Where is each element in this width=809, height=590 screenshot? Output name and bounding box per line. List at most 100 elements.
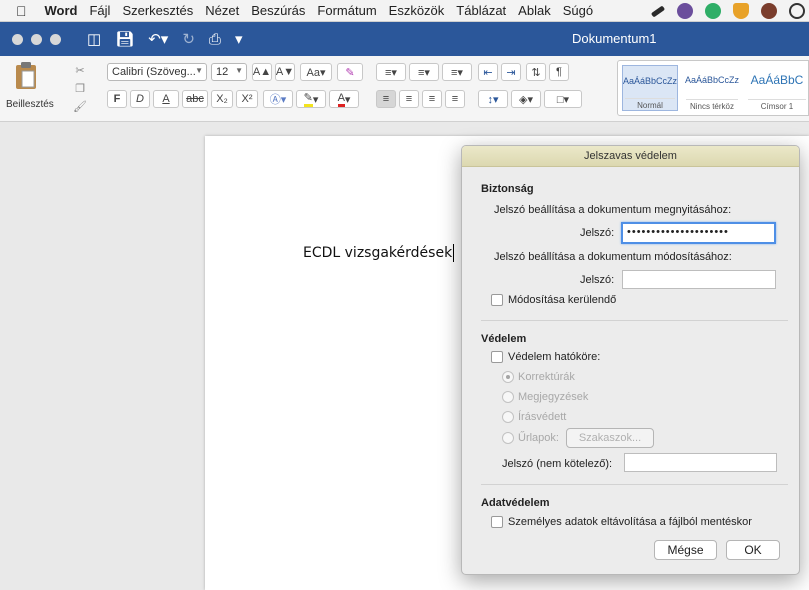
close-window-button[interactable] xyxy=(12,33,23,45)
shield-icon[interactable] xyxy=(733,3,749,19)
decrease-indent-button[interactable]: ⇤ xyxy=(478,63,498,81)
strikethrough-button[interactable]: abc xyxy=(182,90,208,108)
style-normal[interactable]: AaÁáBbCcZz Normál xyxy=(622,65,678,111)
save-icon[interactable]: 💾︎ xyxy=(115,30,134,48)
style-heading-1[interactable]: AaÁáBbC Címsor 1 xyxy=(746,65,808,111)
protection-scope-label: Védelem hatóköre: xyxy=(508,351,601,363)
vpn-icon[interactable] xyxy=(677,3,693,19)
menu-insert[interactable]: Beszúrás xyxy=(251,3,305,18)
numbering-button[interactable]: ≡▾ xyxy=(409,63,439,81)
password-label: Jelszó: xyxy=(580,227,615,239)
clear-formatting-button[interactable]: ✎ xyxy=(337,63,363,81)
change-case-button[interactable]: Aa▾ xyxy=(300,63,332,81)
time-machine-icon[interactable] xyxy=(789,3,805,19)
sort-button[interactable]: ⇅ xyxy=(526,63,546,81)
open-password-label: Jelszó beállítása a dokumentum megnyitás… xyxy=(494,204,732,216)
protection-scope-checkbox[interactable] xyxy=(491,351,503,363)
line-spacing-button[interactable]: ↕▾ xyxy=(478,90,508,108)
text-cursor xyxy=(453,244,455,262)
increase-indent-button[interactable]: ⇥ xyxy=(501,63,521,81)
radio-read-only-label: Írásvédett xyxy=(518,411,567,423)
radio-comments[interactable] xyxy=(502,391,514,403)
ok-button[interactable]: OK xyxy=(726,540,780,560)
customize-qat-icon[interactable]: ▾ xyxy=(235,30,243,48)
zoom-window-button[interactable] xyxy=(50,33,61,45)
cancel-button[interactable]: Mégse xyxy=(654,540,717,560)
text-effects-button[interactable]: Ⓐ▾ xyxy=(263,90,293,108)
italic-button[interactable]: D xyxy=(130,90,150,108)
remove-personal-info-label: Személyes adatok eltávolítása a fájlból … xyxy=(508,516,752,528)
avoid-modify-checkbox[interactable] xyxy=(491,294,503,306)
cut-icon[interactable]: ✂ xyxy=(70,62,90,80)
security-heading: Biztonság xyxy=(481,183,534,195)
highlight-button[interactable]: ✎ ▾ xyxy=(296,90,326,108)
optional-password-input[interactable] xyxy=(624,453,777,472)
open-password-input[interactable]: ••••••••••••••••••••• xyxy=(621,222,776,244)
remove-personal-info-checkbox[interactable] xyxy=(491,516,503,528)
radio-forms-label: Űrlapok: xyxy=(518,432,559,444)
sidebar-icon[interactable]: ◫ xyxy=(87,30,101,48)
superscript-button[interactable]: X² xyxy=(236,90,258,108)
pen-icon[interactable] xyxy=(650,5,666,18)
show-formatting-button[interactable]: ¶ xyxy=(549,63,569,81)
print-icon[interactable]: ⎙ xyxy=(209,31,221,48)
document-title: Dokumentum1 xyxy=(572,31,657,46)
justify-button[interactable]: ≡ xyxy=(445,90,465,108)
style-no-spacing[interactable]: AaÁáBbCcZz Nincs térköz xyxy=(684,65,740,111)
eraser-icon: ✎ xyxy=(345,66,355,79)
menu-tools[interactable]: Eszközök xyxy=(389,3,445,18)
align-left-button[interactable]: ≡ xyxy=(376,90,396,108)
bullets-button[interactable]: ≡▾ xyxy=(376,63,406,81)
menu-edit[interactable]: Szerkesztés xyxy=(122,3,193,18)
styles-gallery: AaÁáBbCcZz Normál AaÁáBbCcZz Nincs térkö… xyxy=(617,60,809,116)
grow-font-button[interactable]: A▲ xyxy=(252,63,272,81)
menu-help[interactable]: Súgó xyxy=(563,3,593,18)
align-center-button[interactable]: ≡ xyxy=(399,90,419,108)
font-name-select[interactable]: Calibri (Szöveg... ▼ xyxy=(107,63,207,81)
menu-table[interactable]: Táblázat xyxy=(456,3,506,18)
document-text-content: ECDL vizsgakérdések xyxy=(303,245,453,261)
radio-tracked-changes[interactable] xyxy=(502,371,514,383)
multilevel-list-button[interactable]: ≡▾ xyxy=(442,63,472,81)
underline-button[interactable]: A xyxy=(153,90,179,108)
font-size-select[interactable]: 12 ▼ xyxy=(211,63,247,81)
menu-app[interactable]: Word xyxy=(45,3,78,18)
menu-format[interactable]: Formátum xyxy=(317,3,376,18)
minimize-window-button[interactable] xyxy=(31,33,42,45)
shrink-font-button[interactable]: A▼ xyxy=(275,63,295,81)
format-painter-icon[interactable]: 🖌︎ xyxy=(70,98,90,116)
clipboard-icon xyxy=(16,62,36,89)
borders-button[interactable]: □▾ xyxy=(544,90,582,108)
menu-view[interactable]: Nézet xyxy=(205,3,239,18)
bold-button[interactable]: F xyxy=(107,90,127,108)
shading-button[interactable]: ◈▾ xyxy=(511,90,541,108)
paste-button[interactable]: Beillesztés xyxy=(6,59,62,119)
copy-icon[interactable]: ❐ xyxy=(70,80,90,98)
document-text[interactable]: ECDL vizsgakérdések xyxy=(303,244,455,262)
radio-forms[interactable] xyxy=(502,432,514,444)
paste-label: Beillesztés xyxy=(6,99,54,110)
modify-password-input[interactable] xyxy=(622,270,776,289)
menu-file[interactable]: Fájl xyxy=(89,3,110,18)
protection-heading: Védelem xyxy=(481,333,527,345)
style-sample: AaÁáBbC xyxy=(750,73,804,87)
password-label: Jelszó: xyxy=(580,274,615,286)
apple-icon[interactable]:  xyxy=(16,3,27,19)
optional-password-label: Jelszó (nem kötelező): xyxy=(502,458,613,470)
status-tray xyxy=(650,3,805,19)
undo-icon[interactable]: ↶▾ xyxy=(148,30,168,48)
window-controls xyxy=(12,33,61,45)
chevron-down-icon: ▼ xyxy=(235,66,243,75)
subscript-button[interactable]: X₂ xyxy=(211,90,233,108)
radio-read-only[interactable] xyxy=(502,411,514,423)
sections-button[interactable]: Szakaszok... xyxy=(566,428,654,448)
font-color-button[interactable]: A ▾ xyxy=(329,90,359,108)
sync-icon[interactable] xyxy=(705,3,721,19)
menu-window[interactable]: Ablak xyxy=(518,3,551,18)
align-right-button[interactable]: ≡ xyxy=(422,90,442,108)
style-sample: AaÁáBbCcZz xyxy=(623,76,678,86)
redo-icon[interactable]: ↻ xyxy=(182,30,195,48)
highlighter-icon: ✎ xyxy=(303,91,313,107)
extension-icon[interactable] xyxy=(761,3,777,19)
chevron-down-icon: ▼ xyxy=(195,66,203,75)
